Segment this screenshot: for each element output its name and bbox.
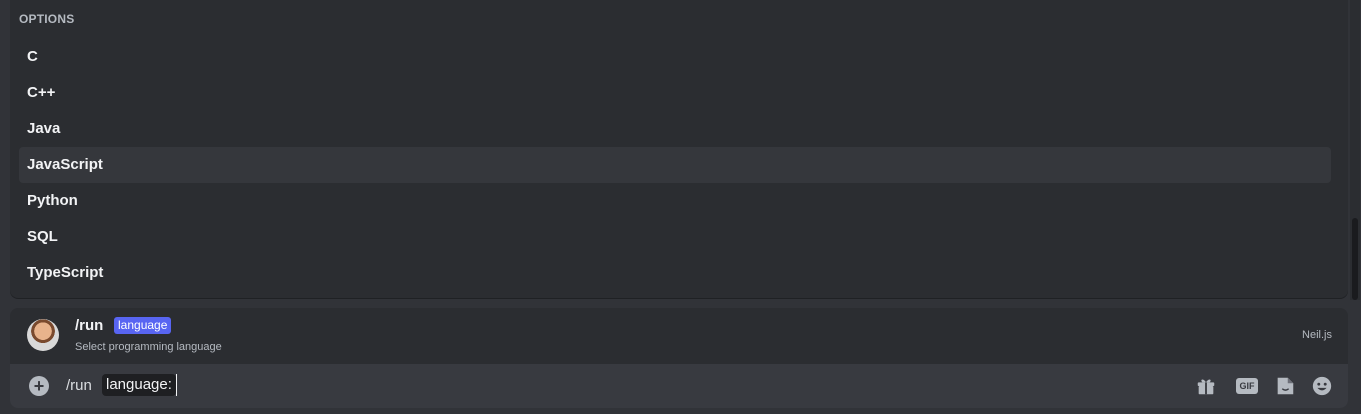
avatar bbox=[27, 319, 59, 351]
input-param-pill[interactable]: language: bbox=[102, 374, 176, 396]
gift-icon[interactable] bbox=[1194, 374, 1218, 398]
option-item-sql[interactable]: SQL bbox=[19, 219, 1331, 255]
option-item-javascript[interactable]: JavaScript bbox=[19, 147, 1331, 183]
option-item-cpp[interactable]: C++ bbox=[19, 75, 1331, 111]
sticker-icon[interactable] bbox=[1273, 374, 1297, 398]
options-header: OPTIONS bbox=[19, 12, 75, 26]
options-panel: OPTIONS C C++ Java JavaScript Python SQL… bbox=[10, 0, 1348, 298]
option-item-java[interactable]: Java bbox=[19, 111, 1331, 147]
gif-label: GIF bbox=[1236, 378, 1258, 394]
input-command[interactable]: /run bbox=[66, 377, 92, 394]
command-description: Select programming language bbox=[75, 341, 222, 353]
scrollbar-thumb[interactable] bbox=[1352, 218, 1358, 300]
emoji-icon[interactable] bbox=[1310, 374, 1334, 398]
command-param-badge: language bbox=[114, 317, 172, 334]
add-attachment-button[interactable]: + bbox=[29, 376, 49, 396]
command-preview: /run language Select programming languag… bbox=[10, 308, 1348, 364]
command-app-name: Neil.js bbox=[1302, 329, 1332, 341]
chat-input-bar[interactable]: + /run language: GIF bbox=[10, 364, 1348, 408]
text-caret bbox=[176, 374, 177, 396]
options-list: C C++ Java JavaScript Python SQL TypeScr… bbox=[19, 39, 1331, 291]
gif-icon[interactable]: GIF bbox=[1235, 374, 1259, 398]
option-item-python[interactable]: Python bbox=[19, 183, 1331, 219]
option-item-typescript[interactable]: TypeScript bbox=[19, 255, 1331, 291]
command-name: /run bbox=[75, 317, 104, 334]
option-item-c[interactable]: C bbox=[19, 39, 1331, 75]
